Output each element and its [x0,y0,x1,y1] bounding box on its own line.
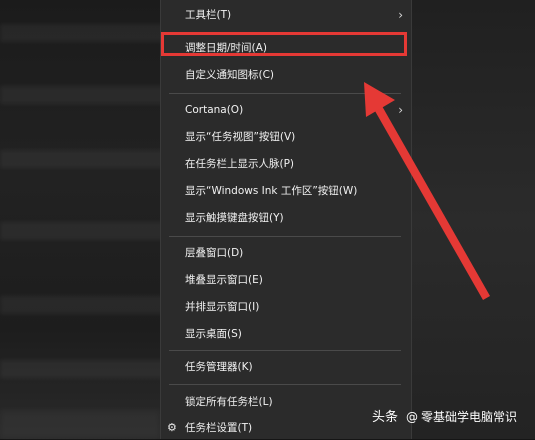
menu-item-show-people[interactable]: 在任务栏上显示人脉(P) [161,152,411,176]
menu-item-toolbars[interactable]: 工具栏(T) › [161,3,411,27]
menu-item-side-by-side-windows[interactable]: 并排显示窗口(I) [161,295,411,319]
menu-item-label: 任务栏设置(T) [185,422,253,434]
menu-item-show-desktop[interactable]: 显示桌面(S) [161,322,411,346]
menu-item-show-task-view-button[interactable]: 显示“任务视图”按钮(V) [161,125,411,149]
menu-item-task-manager[interactable]: 任务管理器(K) [161,355,411,379]
menu-item-label: 堆叠显示窗口(E) [185,274,263,286]
gear-icon: ⚙ [167,421,177,434]
menu-separator [169,384,401,385]
menu-item-label: 显示触摸键盘按钮(Y) [185,212,284,224]
menu-item-label: 层叠窗口(D) [185,247,244,259]
menu-item-stack-windows[interactable]: 堆叠显示窗口(E) [161,268,411,292]
menu-item-label: 显示“任务视图”按钮(V) [185,131,296,143]
menu-item-customize-notification-icons[interactable]: 自定义通知图标(C) [161,63,411,87]
menu-item-show-windows-ink-button[interactable]: 显示“Windows Ink 工作区”按钮(W) [161,179,411,203]
watermark-brand: 头条 [371,410,398,425]
menu-item-label: 工具栏(T) [185,9,232,21]
watermark: 头条 @ 零基础学电脑常识 [372,406,517,425]
background-right-panel [412,0,535,439]
menu-item-cascade-windows[interactable]: 层叠窗口(D) [161,241,411,265]
chevron-right-icon: › [398,103,403,117]
menu-separator [169,236,401,237]
menu-item-label: 锁定所有任务栏(L) [185,396,273,408]
menu-item-label: 在任务栏上显示人脉(P) [185,158,295,170]
menu-item-show-touch-keyboard-button[interactable]: 显示触摸键盘按钮(Y) [161,206,411,230]
taskbar-context-menu: 工具栏(T) › 调整日期/时间(A) 自定义通知图标(C) Cortana(O… [160,0,412,439]
menu-separator [169,93,401,94]
menu-item-label: 显示“Windows Ink 工作区”按钮(W) [185,185,358,197]
menu-item-cortana[interactable]: Cortana(O) › [161,98,411,122]
menu-item-label: Cortana(O) [185,104,244,116]
menu-separator [169,350,401,351]
background-blur [0,410,160,438]
menu-item-label: 自定义通知图标(C) [185,69,275,81]
menu-item-label: 显示桌面(S) [185,328,242,340]
watermark-at: @ [405,410,418,424]
highlight-box [161,32,407,56]
menu-item-label: 任务管理器(K) [185,361,253,373]
chevron-right-icon: › [398,8,403,22]
watermark-account: 零基础学电脑常识 [420,410,517,424]
menu-item-label: 并排显示窗口(I) [185,301,260,313]
